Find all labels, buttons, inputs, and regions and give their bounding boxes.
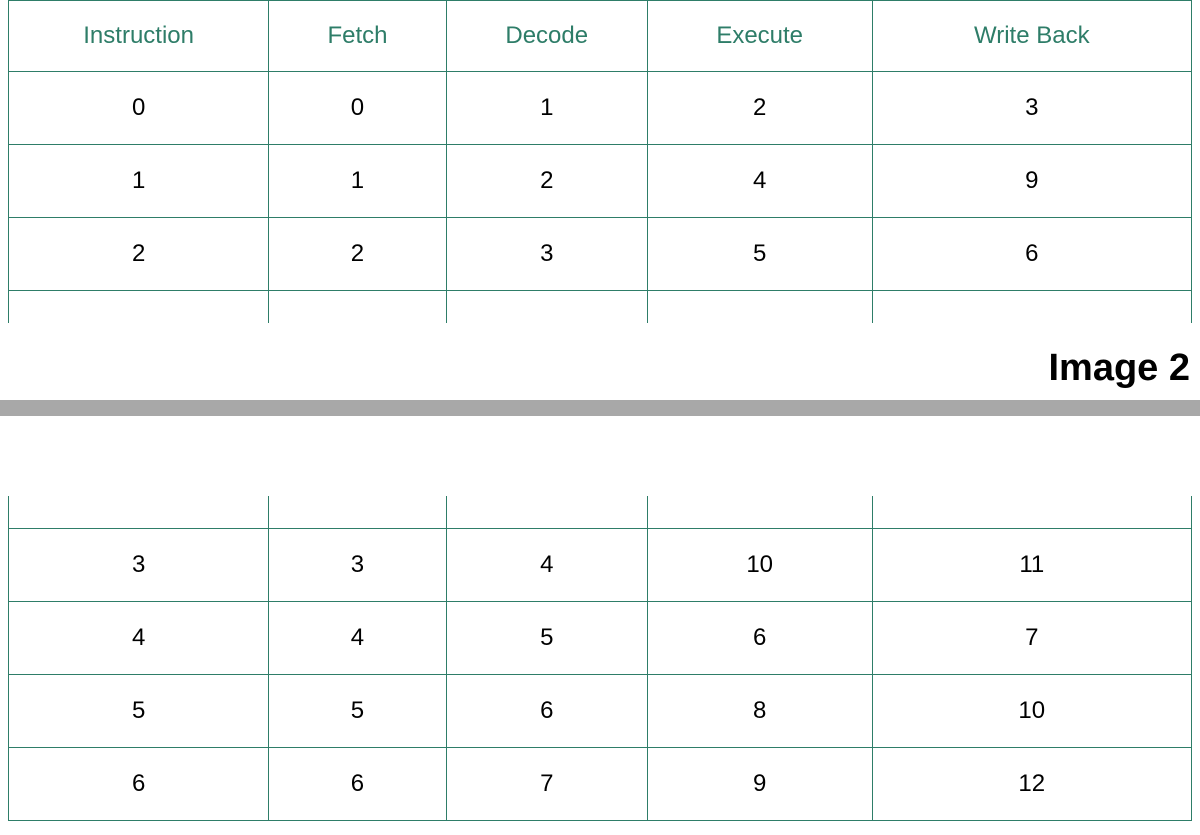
table-row: 5 5 6 8 10: [9, 675, 1192, 748]
cell-decode: 2: [446, 145, 647, 218]
pipeline-table-1: Instruction Fetch Decode Execute Write B…: [8, 0, 1192, 323]
table1-partial-row: [9, 291, 1192, 324]
cell-instruction: 5: [9, 675, 269, 748]
cell-execute: 8: [647, 675, 872, 748]
cell-fetch: 5: [269, 675, 446, 748]
table-row: 3 3 4 10 11: [9, 529, 1192, 602]
empty-cell: [872, 291, 1191, 324]
empty-cell: [446, 291, 647, 324]
cell-instruction: 1: [9, 145, 269, 218]
cell-writeback: 12: [872, 748, 1191, 821]
cell-instruction: 2: [9, 218, 269, 291]
table1-container: Instruction Fetch Decode Execute Write B…: [0, 0, 1200, 323]
header-instruction: Instruction: [9, 1, 269, 72]
table-row: 4 4 5 6 7: [9, 602, 1192, 675]
cell-fetch: 3: [269, 529, 446, 602]
horizontal-divider: [0, 400, 1200, 416]
empty-cell: [9, 291, 269, 324]
cell-decode: 7: [446, 748, 647, 821]
cell-fetch: 2: [269, 218, 446, 291]
cell-writeback: 6: [872, 218, 1191, 291]
cell-fetch: 1: [269, 145, 446, 218]
table-row: 2 2 3 5 6: [9, 218, 1192, 291]
table1-header-row: Instruction Fetch Decode Execute Write B…: [9, 1, 1192, 72]
empty-cell: [446, 496, 647, 529]
cell-instruction: 6: [9, 748, 269, 821]
cell-execute: 4: [647, 145, 872, 218]
cell-instruction: 3: [9, 529, 269, 602]
cell-execute: 9: [647, 748, 872, 821]
table-row: 0 0 1 2 3: [9, 72, 1192, 145]
cell-decode: 3: [446, 218, 647, 291]
cell-instruction: 0: [9, 72, 269, 145]
cell-fetch: 4: [269, 602, 446, 675]
cell-decode: 5: [446, 602, 647, 675]
cell-execute: 6: [647, 602, 872, 675]
cell-decode: 6: [446, 675, 647, 748]
table2-partial-row: [9, 496, 1192, 529]
header-execute: Execute: [647, 1, 872, 72]
cell-execute: 10: [647, 529, 872, 602]
empty-cell: [647, 496, 872, 529]
cell-writeback: 10: [872, 675, 1191, 748]
cell-fetch: 0: [269, 72, 446, 145]
image-2-label: Image 2: [0, 323, 1200, 400]
cell-writeback: 7: [872, 602, 1191, 675]
cell-writeback: 3: [872, 72, 1191, 145]
cell-writeback: 11: [872, 529, 1191, 602]
cell-decode: 4: [446, 529, 647, 602]
empty-cell: [872, 496, 1191, 529]
empty-cell: [269, 291, 446, 324]
empty-cell: [9, 496, 269, 529]
header-writeback: Write Back: [872, 1, 1191, 72]
table-row: 1 1 2 4 9: [9, 145, 1192, 218]
header-decode: Decode: [446, 1, 647, 72]
cell-execute: 5: [647, 218, 872, 291]
spacer: [0, 416, 1200, 496]
header-fetch: Fetch: [269, 1, 446, 72]
cell-decode: 1: [446, 72, 647, 145]
cell-instruction: 4: [9, 602, 269, 675]
cell-execute: 2: [647, 72, 872, 145]
cell-writeback: 9: [872, 145, 1191, 218]
table-row: 6 6 7 9 12: [9, 748, 1192, 821]
pipeline-table-2: 3 3 4 10 11 4 4 5 6 7 5 5 6 8 10 6: [8, 496, 1192, 821]
empty-cell: [647, 291, 872, 324]
table2-container: 3 3 4 10 11 4 4 5 6 7 5 5 6 8 10 6: [0, 496, 1200, 821]
cell-fetch: 6: [269, 748, 446, 821]
empty-cell: [269, 496, 446, 529]
